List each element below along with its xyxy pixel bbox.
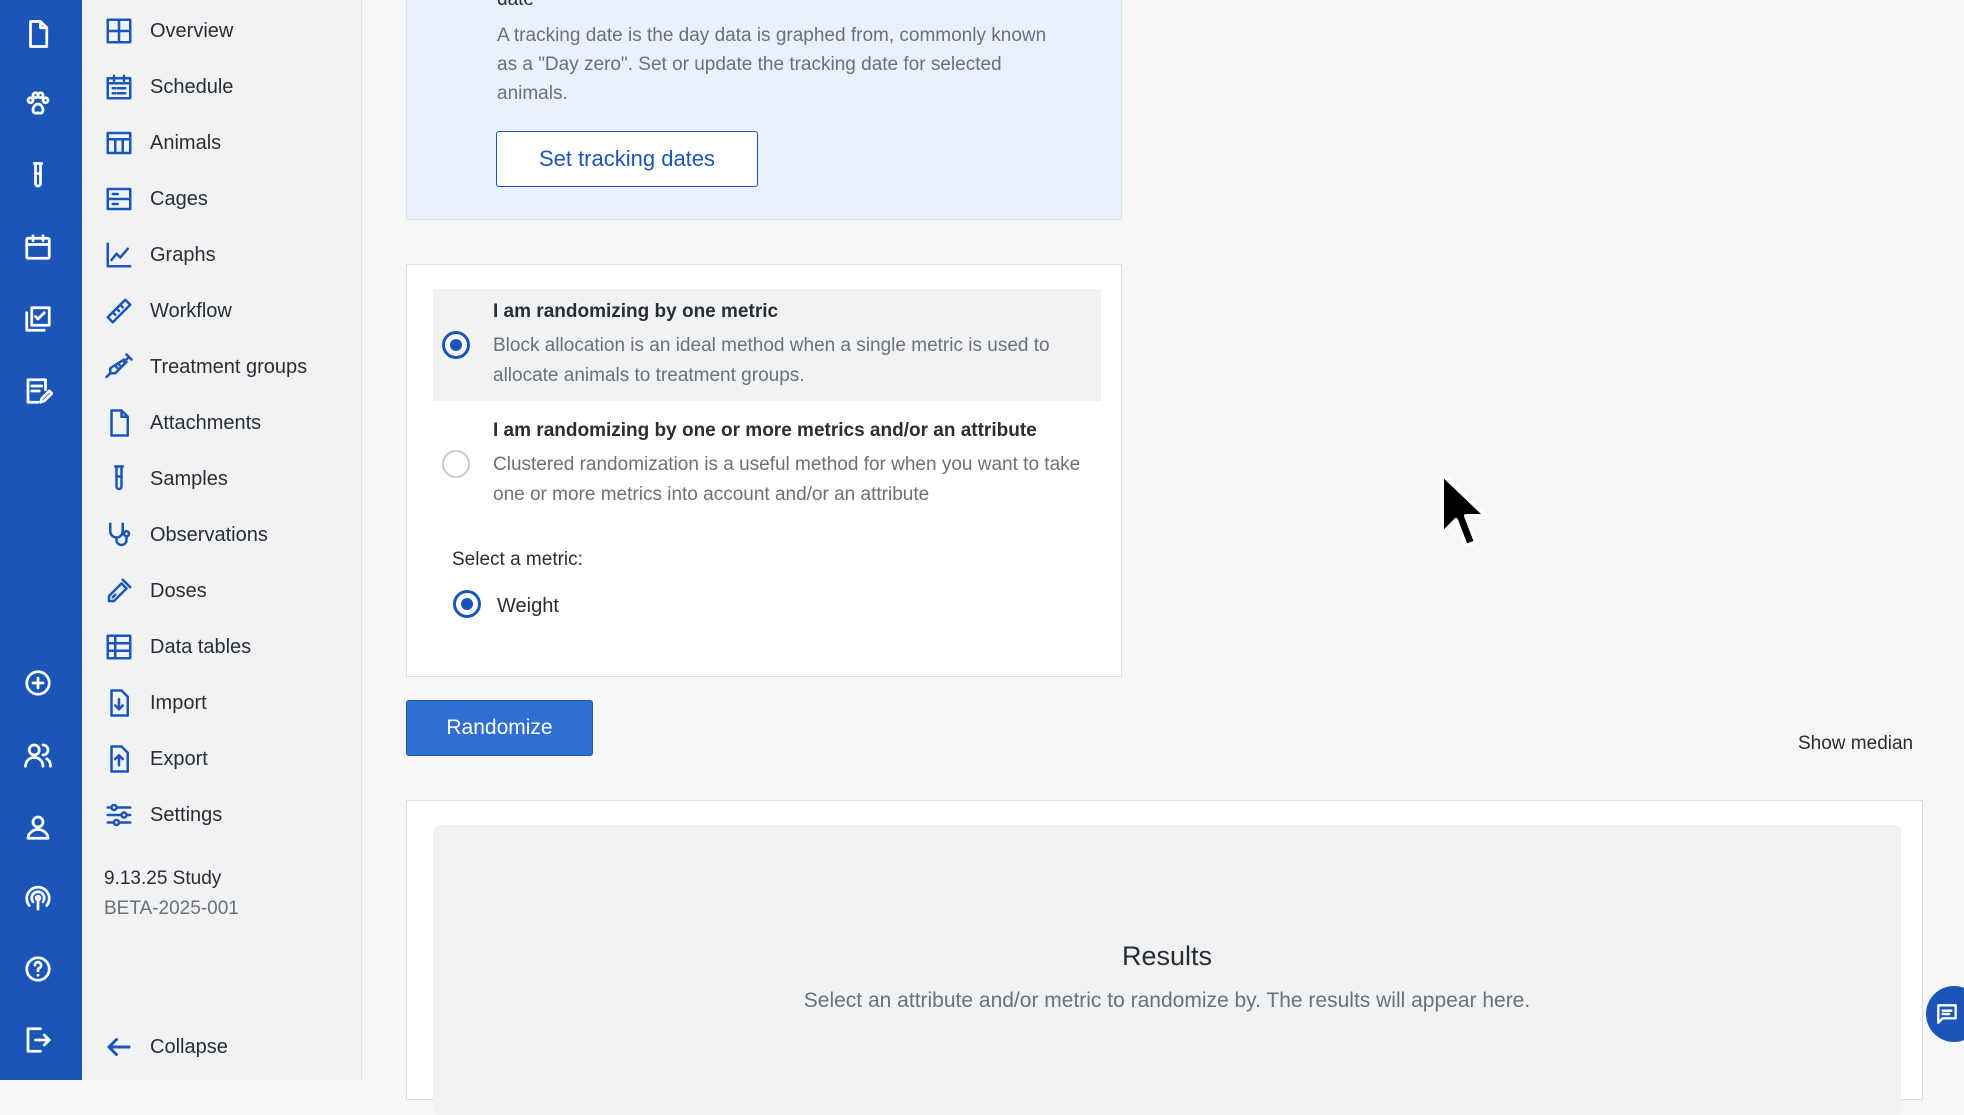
set-tracking-dates-button[interactable]: Set tracking dates — [496, 131, 758, 187]
option-title: I am randomizing by one or more metrics … — [493, 420, 1037, 441]
show-median-toggle[interactable]: Show median — [1798, 733, 1913, 755]
cages-icon — [106, 187, 132, 211]
test-tube-icon — [114, 465, 124, 491]
option-one-metric[interactable]: I am randomizing by one metric Block all… — [433, 289, 1101, 401]
mouse-cursor-icon — [1440, 472, 1488, 548]
nav-item-label: Cages — [150, 187, 208, 210]
grid-icon — [106, 18, 132, 44]
import-icon — [110, 689, 129, 717]
nav-item-label: Graphs — [150, 243, 216, 266]
syringe-icon — [105, 353, 133, 379]
table-columns-icon — [106, 131, 132, 155]
study-nav: Overview Schedule Animals Cages Graphs W… — [82, 0, 362, 1080]
collapse-label: Collapse — [150, 1035, 228, 1058]
metric-weight-label[interactable]: Weight — [497, 595, 559, 618]
select-metric-label: Select a metric: — [452, 549, 583, 570]
results-placeholder: Results Select an attribute and/or metri… — [433, 825, 1901, 1115]
study-name: 9.13.25 Study — [104, 868, 222, 889]
edit-note-icon[interactable] — [21, 374, 55, 408]
tracking-date-title: date — [497, 0, 534, 11]
randomization-method-card: I am randomizing by one metric Block all… — [406, 264, 1122, 677]
user-icon[interactable] — [21, 810, 55, 844]
nav-item-label: Data tables — [150, 635, 252, 658]
help-icon[interactable] — [21, 952, 55, 986]
chat-button[interactable] — [1926, 986, 1964, 1042]
line-chart-icon — [106, 242, 132, 268]
ruler-icon — [106, 298, 132, 324]
nav-item-label: Attachments — [150, 411, 262, 434]
nav-item-export[interactable]: Export — [104, 739, 208, 779]
results-card: Results Select an attribute and/or metri… — [406, 800, 1923, 1115]
document-icon[interactable] — [21, 17, 55, 51]
nav-item-label: Export — [150, 747, 208, 770]
randomize-button[interactable]: Randomize — [406, 700, 593, 756]
nav-item-graphs[interactable]: Graphs — [104, 235, 216, 275]
arrow-left-icon — [107, 1038, 131, 1056]
calendar-icon[interactable] — [21, 230, 55, 264]
dropper-icon — [107, 578, 132, 603]
export-icon — [110, 745, 129, 773]
nav-item-overview[interactable]: Overview — [104, 11, 233, 51]
nav-item-label: Samples — [150, 467, 228, 490]
nav-item-label: Overview — [150, 19, 234, 42]
tracking-date-card: date A tracking date is the day data is … — [406, 0, 1122, 220]
nav-item-treatment-groups[interactable]: Treatment groups — [104, 347, 307, 387]
radio-one-metric[interactable] — [442, 331, 470, 359]
nav-item-observations[interactable]: Observations — [104, 515, 268, 555]
nav-item-label: Schedule — [150, 75, 234, 98]
option-multiple-metrics[interactable]: I am randomizing by one or more metrics … — [433, 408, 1101, 520]
logout-icon[interactable] — [21, 1023, 55, 1057]
nav-item-label: Workflow — [150, 299, 232, 322]
app-rail — [0, 0, 82, 1080]
results-title: Results — [1121, 941, 1213, 971]
nav-item-label: Import — [150, 691, 207, 714]
nav-item-label: Doses — [150, 579, 207, 602]
radio-weight[interactable] — [453, 590, 481, 618]
nav-item-animals[interactable]: Animals — [104, 123, 221, 163]
option-description: Block allocation is an ideal method when… — [493, 335, 1050, 386]
chat-icon — [1937, 1004, 1957, 1024]
study-id: BETA-2025-001 — [104, 898, 239, 919]
collapse-button[interactable]: Collapse — [104, 1032, 228, 1062]
nav-item-settings[interactable]: Settings — [104, 795, 222, 835]
document-icon — [110, 409, 129, 437]
nav-item-workflow[interactable]: Workflow — [104, 291, 232, 331]
nav-item-label: Observations — [150, 523, 268, 546]
nav-item-doses[interactable]: Doses — [104, 571, 207, 611]
stethoscope-icon — [109, 522, 131, 547]
add-circle-icon[interactable] — [21, 666, 55, 700]
nav-item-schedule[interactable]: Schedule — [104, 67, 233, 107]
calendar-list-icon — [106, 74, 132, 100]
option-title: I am randomizing by one metric — [493, 301, 779, 322]
checklist-icon[interactable] — [21, 302, 55, 336]
support-icon[interactable] — [21, 881, 55, 915]
test-tube-icon[interactable] — [21, 159, 55, 193]
results-subtitle: Select an attribute and/or metric to ran… — [803, 989, 1531, 1012]
nav-item-samples[interactable]: Samples — [104, 459, 228, 499]
radio-multiple-metrics[interactable] — [442, 450, 470, 478]
nav-item-cages[interactable]: Cages — [104, 179, 208, 219]
nav-item-label: Settings — [150, 803, 223, 826]
tracking-date-description: A tracking date is the day data is graph… — [497, 25, 1047, 104]
option-description: Clustered randomization is a useful meth… — [493, 454, 1081, 505]
users-icon[interactable] — [21, 738, 55, 772]
nav-item-import[interactable]: Import — [104, 683, 207, 723]
nav-item-data-tables[interactable]: Data tables — [104, 627, 251, 667]
nav-item-label: Treatment groups — [150, 355, 308, 378]
paw-icon[interactable] — [21, 87, 55, 121]
sliders-icon — [106, 803, 132, 827]
study-info: 9.13.25 Study BETA-2025-001 — [104, 868, 239, 920]
table-icon — [106, 634, 132, 660]
nav-item-label: Animals — [150, 131, 222, 154]
nav-item-attachments[interactable]: Attachments — [104, 403, 261, 443]
